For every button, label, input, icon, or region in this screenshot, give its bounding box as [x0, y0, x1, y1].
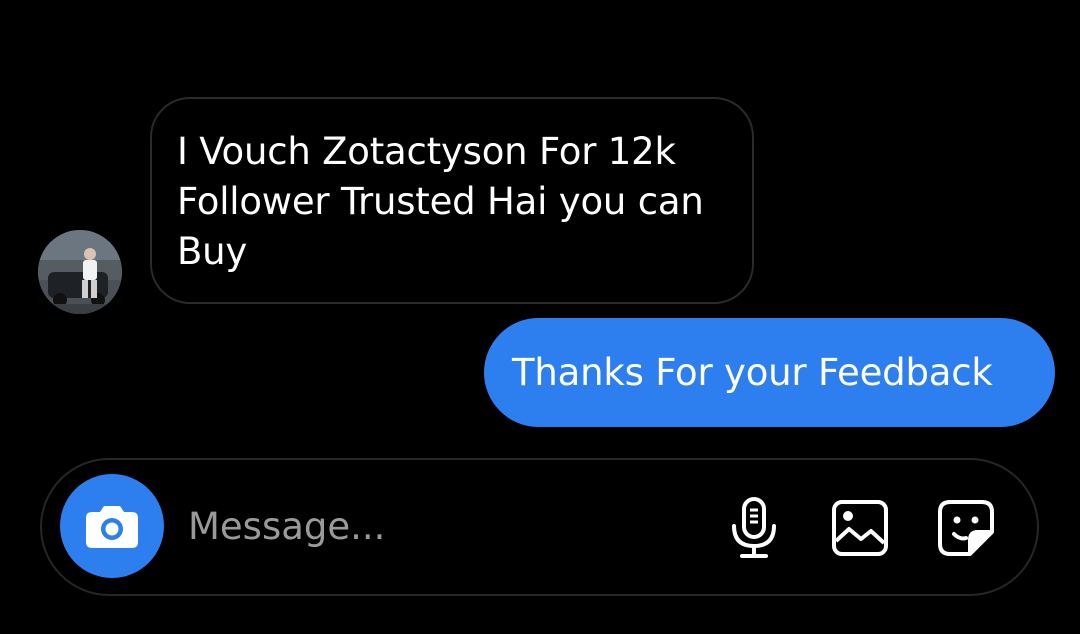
outgoing-message-bubble[interactable]: Thanks For your Feedback [484, 318, 1055, 427]
gallery-icon [832, 500, 888, 556]
message-input[interactable] [188, 496, 708, 556]
sticker-button[interactable] [930, 492, 1002, 564]
incoming-message-bubble[interactable]: I Vouch Zotactyson For 12k Follower Trus… [150, 97, 754, 304]
message-composer [40, 458, 1039, 596]
microphone-button[interactable] [718, 492, 790, 564]
incoming-message-text: I Vouch Zotactyson For 12k Follower Trus… [177, 130, 704, 273]
sender-avatar[interactable] [38, 230, 122, 314]
camera-icon [86, 506, 138, 548]
outgoing-message-text: Thanks For your Feedback [512, 351, 993, 394]
microphone-icon [732, 497, 776, 558]
avatar-photo [38, 230, 122, 314]
sticker-icon [938, 500, 994, 556]
gallery-button[interactable] [824, 492, 896, 564]
chat-screen: I Vouch Zotactyson For 12k Follower Trus… [0, 0, 1080, 634]
camera-button[interactable] [60, 474, 164, 578]
